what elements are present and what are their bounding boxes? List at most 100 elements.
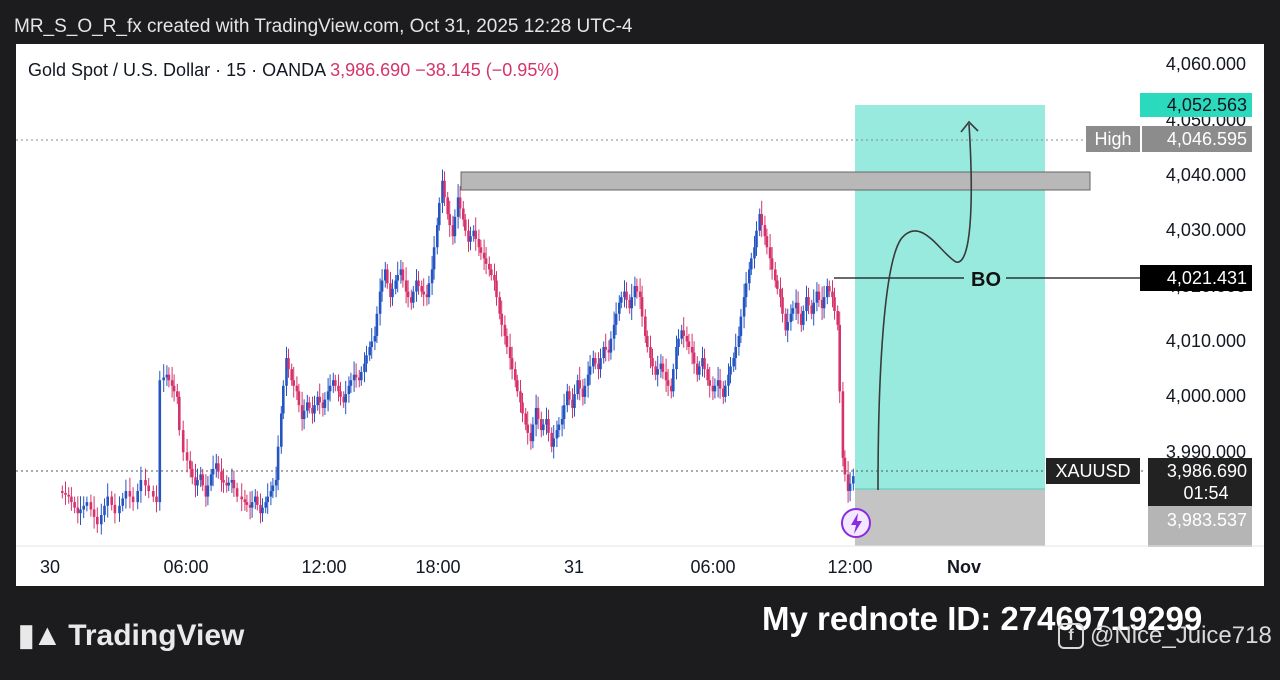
candle-body bbox=[734, 347, 737, 359]
candle-body bbox=[698, 366, 701, 375]
candle-body bbox=[536, 407, 540, 420]
candle-body bbox=[557, 424, 561, 431]
candle-body bbox=[666, 380, 670, 386]
candle-body bbox=[651, 358, 654, 367]
candle-body bbox=[755, 230, 758, 248]
candle-body bbox=[724, 385, 727, 397]
candle-body bbox=[73, 502, 76, 508]
candle-body bbox=[185, 452, 189, 461]
candle-body bbox=[227, 482, 230, 486]
candle-body bbox=[287, 358, 290, 370]
candle-body bbox=[638, 291, 642, 298]
candle-body bbox=[739, 316, 743, 336]
candle-body bbox=[406, 291, 410, 298]
candle-body bbox=[796, 302, 800, 314]
candle-body bbox=[162, 377, 165, 381]
candle-body bbox=[209, 474, 213, 486]
bo-label: BO bbox=[971, 269, 1001, 291]
candle-body bbox=[155, 496, 158, 503]
y-tick: 4,060.000 bbox=[1166, 54, 1246, 74]
candle-body bbox=[583, 385, 587, 397]
candle-body bbox=[152, 491, 155, 497]
candle-body bbox=[269, 491, 273, 497]
candle-body bbox=[609, 338, 613, 353]
candle-body bbox=[656, 369, 659, 375]
candle-body bbox=[828, 286, 831, 292]
candle-body bbox=[282, 385, 285, 414]
resistance-zone[interactable] bbox=[460, 171, 1091, 191]
candle-body bbox=[768, 247, 772, 259]
candle-body bbox=[401, 269, 405, 281]
candle-body bbox=[196, 479, 199, 486]
candle-body bbox=[573, 394, 576, 408]
candle-body bbox=[92, 509, 96, 517]
x-tick: 06:00 bbox=[163, 557, 208, 577]
price-chart[interactable]: BO 4,060.000 4,050.000 4,040.000 4,030.0… bbox=[16, 44, 1264, 586]
candle-body bbox=[763, 225, 767, 237]
candle-body bbox=[458, 197, 462, 209]
candle-body bbox=[831, 291, 834, 298]
candle-body bbox=[347, 385, 351, 395]
candle-body bbox=[848, 483, 852, 492]
candle-body bbox=[276, 446, 280, 480]
candle-body bbox=[618, 302, 621, 314]
candle-body bbox=[838, 324, 841, 392]
candle-body bbox=[167, 374, 171, 381]
candle-body bbox=[271, 485, 275, 492]
chart-panel[interactable]: BO 4,060.000 4,050.000 4,040.000 4,030.0… bbox=[16, 44, 1264, 586]
target-zone bbox=[855, 105, 1045, 489]
candle-body bbox=[264, 502, 267, 508]
candle-body bbox=[64, 492, 67, 495]
candle-body bbox=[297, 391, 301, 406]
candle-body bbox=[555, 430, 559, 439]
symbol-label: XAUUSD bbox=[1055, 461, 1130, 481]
candle-body bbox=[498, 297, 501, 314]
candle-body bbox=[170, 380, 174, 386]
candle-body bbox=[687, 341, 691, 347]
candle-body bbox=[479, 247, 483, 253]
candle-body bbox=[703, 358, 706, 370]
candle-body bbox=[96, 516, 99, 525]
candle-body bbox=[375, 313, 379, 336]
candle-body bbox=[594, 358, 597, 364]
candle-body bbox=[118, 505, 121, 514]
candle-body bbox=[552, 438, 555, 447]
candle-body bbox=[852, 476, 855, 484]
stop-zone bbox=[855, 489, 1045, 546]
candle-body bbox=[365, 355, 368, 364]
candle-body bbox=[128, 491, 132, 497]
candle-body bbox=[232, 479, 236, 489]
candle-body bbox=[235, 488, 239, 497]
candle-body bbox=[106, 496, 109, 506]
candle-body bbox=[807, 297, 810, 306]
candle-body bbox=[833, 297, 836, 311]
candle-body bbox=[323, 399, 327, 408]
candle-body bbox=[817, 291, 821, 300]
candle-body bbox=[266, 496, 269, 503]
last-price: 3,986.690 bbox=[1167, 461, 1247, 481]
candle-body bbox=[672, 369, 675, 392]
candle-body bbox=[430, 269, 434, 284]
candle-body bbox=[493, 274, 496, 281]
candle-body bbox=[290, 369, 293, 381]
candle-body bbox=[614, 313, 618, 325]
candle-body bbox=[765, 236, 769, 248]
candle-body bbox=[354, 374, 358, 378]
candle-body bbox=[791, 308, 795, 314]
symbol-legend[interactable]: Gold Spot / U.S. Dollar · 15 · OANDA 3,9… bbox=[28, 60, 559, 81]
candle-body bbox=[328, 385, 332, 392]
candle-body bbox=[172, 385, 176, 392]
candle-body bbox=[500, 313, 503, 325]
candle-body bbox=[404, 280, 408, 292]
candle-body bbox=[477, 238, 481, 248]
candle-body bbox=[786, 322, 789, 331]
facebook-icon: f bbox=[1058, 623, 1084, 649]
candle-body bbox=[630, 297, 633, 309]
candle-body bbox=[245, 502, 249, 505]
candle-body bbox=[612, 324, 616, 339]
tradingview-logo[interactable]: ▮▲ TradingView bbox=[18, 618, 244, 653]
candle-body bbox=[753, 247, 756, 259]
candle-body bbox=[599, 358, 602, 370]
candle-body bbox=[661, 363, 665, 372]
candle-body bbox=[464, 219, 467, 231]
